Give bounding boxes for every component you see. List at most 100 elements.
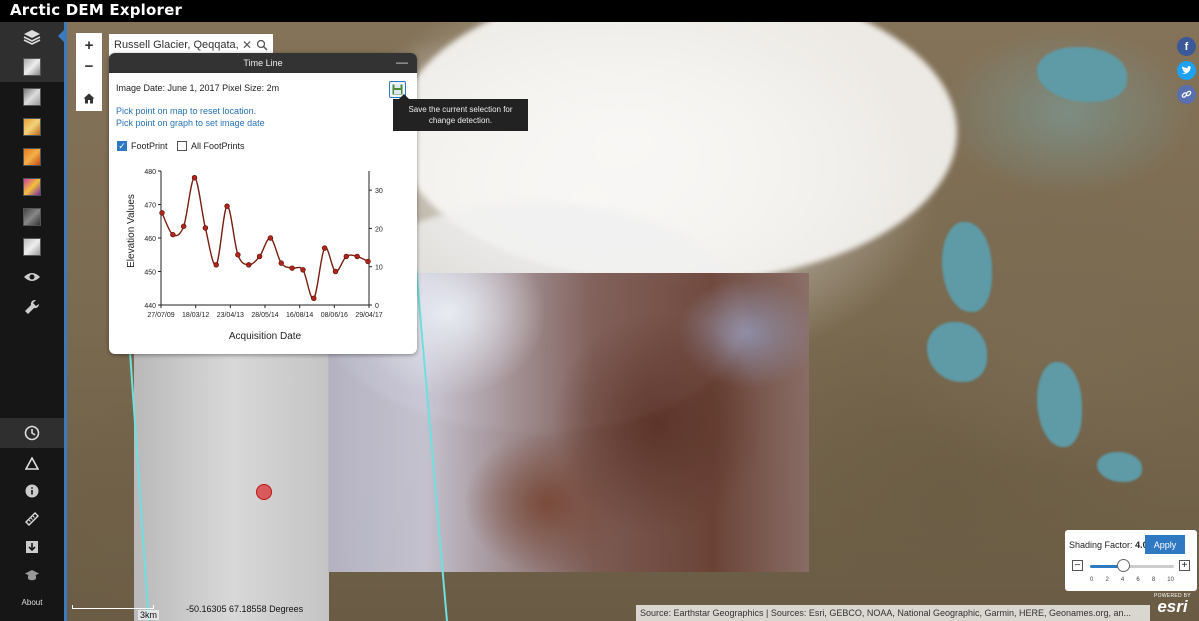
lake <box>1037 362 1082 447</box>
y-tick-label: 480 <box>144 169 156 176</box>
app-header: Arctic DEM Explorer <box>0 0 1199 22</box>
wrench-icon <box>25 299 40 314</box>
slope-icon <box>23 178 41 196</box>
renderer-elevation-button[interactable] <box>0 232 64 262</box>
data-point[interactable] <box>332 268 339 275</box>
x-tick-label: 28/05/14 <box>251 312 278 319</box>
renderer-tinted-button[interactable] <box>0 112 64 142</box>
minimize-icon[interactable]: — <box>396 53 408 72</box>
search-icon[interactable] <box>256 39 268 51</box>
hillshade-strip <box>134 352 329 621</box>
save-tooltip: Save the current selection for change de… <box>393 94 528 131</box>
renderer-hillshade-button[interactable] <box>0 82 64 112</box>
set-date-link[interactable]: Pick point on graph to set image date <box>116 118 265 128</box>
measure-profile-button[interactable] <box>0 448 64 478</box>
data-point[interactable] <box>202 225 209 231</box>
shading-tick-label: 4 <box>1120 577 1125 583</box>
x-tick-label: 16/08/14 <box>286 312 313 319</box>
data-point[interactable] <box>191 175 198 181</box>
data-point[interactable] <box>224 203 230 209</box>
y-tick-label: 470 <box>144 203 156 210</box>
renderer-contour-button[interactable] <box>0 202 64 232</box>
shading-slider-track[interactable] <box>1090 565 1174 568</box>
lake <box>942 222 992 312</box>
data-point[interactable] <box>289 265 295 271</box>
shading-tick-label: 8 <box>1151 577 1156 583</box>
zoom-controls: + − <box>76 33 102 111</box>
data-point[interactable] <box>343 253 350 260</box>
footprint-toggle[interactable]: ✓ FootPrint <box>117 141 168 151</box>
info-button[interactable] <box>0 476 64 506</box>
info-icon <box>25 484 39 498</box>
share-link-button[interactable] <box>1177 85 1196 104</box>
timeline-title: Time Line <box>243 58 283 68</box>
shading-decrease-button[interactable]: − <box>1072 560 1083 571</box>
data-point[interactable] <box>311 295 317 302</box>
timeline-header: Time Line — <box>109 53 417 73</box>
zoom-out-button[interactable]: − <box>78 55 100 77</box>
shading-label-text: Shading Factor: <box>1069 540 1133 550</box>
timeline-panel: Time Line — Image Date: June 1, 2017 Pix… <box>109 53 417 354</box>
elevation-chart[interactable]: 440 450 460 470 480 0 10 20 30 27/07/09 18/03/12 23… <box>109 161 417 351</box>
shading-ticks: 0 2 4 6 8 10 <box>1090 577 1174 583</box>
help-button[interactable] <box>0 560 64 590</box>
map-attribution: Source: Earthstar Geographics | Sources:… <box>636 605 1150 621</box>
tinted-hillshade-icon <box>23 118 41 136</box>
esri-logo: POWERED BY esri <box>1154 593 1191 615</box>
data-point[interactable] <box>213 262 219 268</box>
measure-button[interactable] <box>0 504 64 534</box>
facebook-button[interactable]: f <box>1177 37 1196 56</box>
scale-label: 3km <box>138 610 160 620</box>
data-point[interactable] <box>246 262 252 268</box>
reset-location-link[interactable]: Pick point on map to reset location. <box>116 106 256 116</box>
location-marker[interactable] <box>256 484 272 500</box>
shading-tick-label: 6 <box>1136 577 1140 583</box>
natural-color-icon <box>23 58 41 76</box>
renderer-slope-button[interactable] <box>0 172 64 202</box>
twitter-button[interactable] <box>1177 61 1196 80</box>
all-footprints-toggle[interactable]: All FootPrints <box>177 141 245 151</box>
data-point[interactable] <box>235 252 241 258</box>
about-link[interactable]: About <box>0 598 64 607</box>
renderer-natural-button[interactable] <box>0 52 64 82</box>
y2-tick-label: 10 <box>375 265 383 272</box>
lake <box>927 322 987 382</box>
plus-icon: + <box>84 36 94 54</box>
data-point[interactable] <box>365 258 371 265</box>
clear-icon[interactable]: ✕ <box>242 38 252 52</box>
x-tick-label: 29/04/17 <box>355 312 382 319</box>
layers-button[interactable] <box>0 22 64 52</box>
tools-button[interactable] <box>0 292 64 322</box>
shading-tick-label: 2 <box>1105 577 1109 583</box>
timeline-button[interactable] <box>0 418 64 448</box>
data-point[interactable] <box>170 231 176 238</box>
data-point[interactable] <box>354 253 360 260</box>
all-footprints-checkbox[interactable] <box>177 141 187 151</box>
data-point[interactable] <box>256 253 263 260</box>
aspect-icon <box>23 148 41 166</box>
shading-slider-thumb[interactable] <box>1117 559 1131 572</box>
shading-increase-button[interactable]: + <box>1179 560 1190 571</box>
data-point[interactable] <box>300 267 306 273</box>
scale-bar <box>72 605 154 609</box>
renderer-aspect-button[interactable] <box>0 142 64 172</box>
series-line <box>161 176 369 300</box>
shading-label: Shading Factor: 4.0 <box>1069 540 1148 550</box>
minus-icon: − <box>84 57 94 75</box>
footprint-checkbox[interactable]: ✓ <box>117 141 127 151</box>
zoom-in-button[interactable]: + <box>78 34 100 56</box>
search-input[interactable] <box>114 39 240 51</box>
data-point[interactable] <box>321 245 328 251</box>
data-point[interactable] <box>180 223 187 229</box>
shading-panel: Shading Factor: 4.0 Apply − + 0 2 4 6 8 10 <box>1065 530 1197 591</box>
facebook-icon: f <box>1184 40 1189 53</box>
home-button[interactable] <box>78 87 100 109</box>
apply-button[interactable]: Apply <box>1145 535 1185 554</box>
export-button[interactable] <box>0 532 64 562</box>
data-point[interactable] <box>159 210 165 216</box>
view-button[interactable] <box>0 262 64 292</box>
data-point[interactable] <box>267 235 274 241</box>
tooltip-text: Save the current selection for change de… <box>408 105 513 125</box>
data-point[interactable] <box>278 260 284 266</box>
x-axis-label: Acquisition Date <box>229 331 302 342</box>
